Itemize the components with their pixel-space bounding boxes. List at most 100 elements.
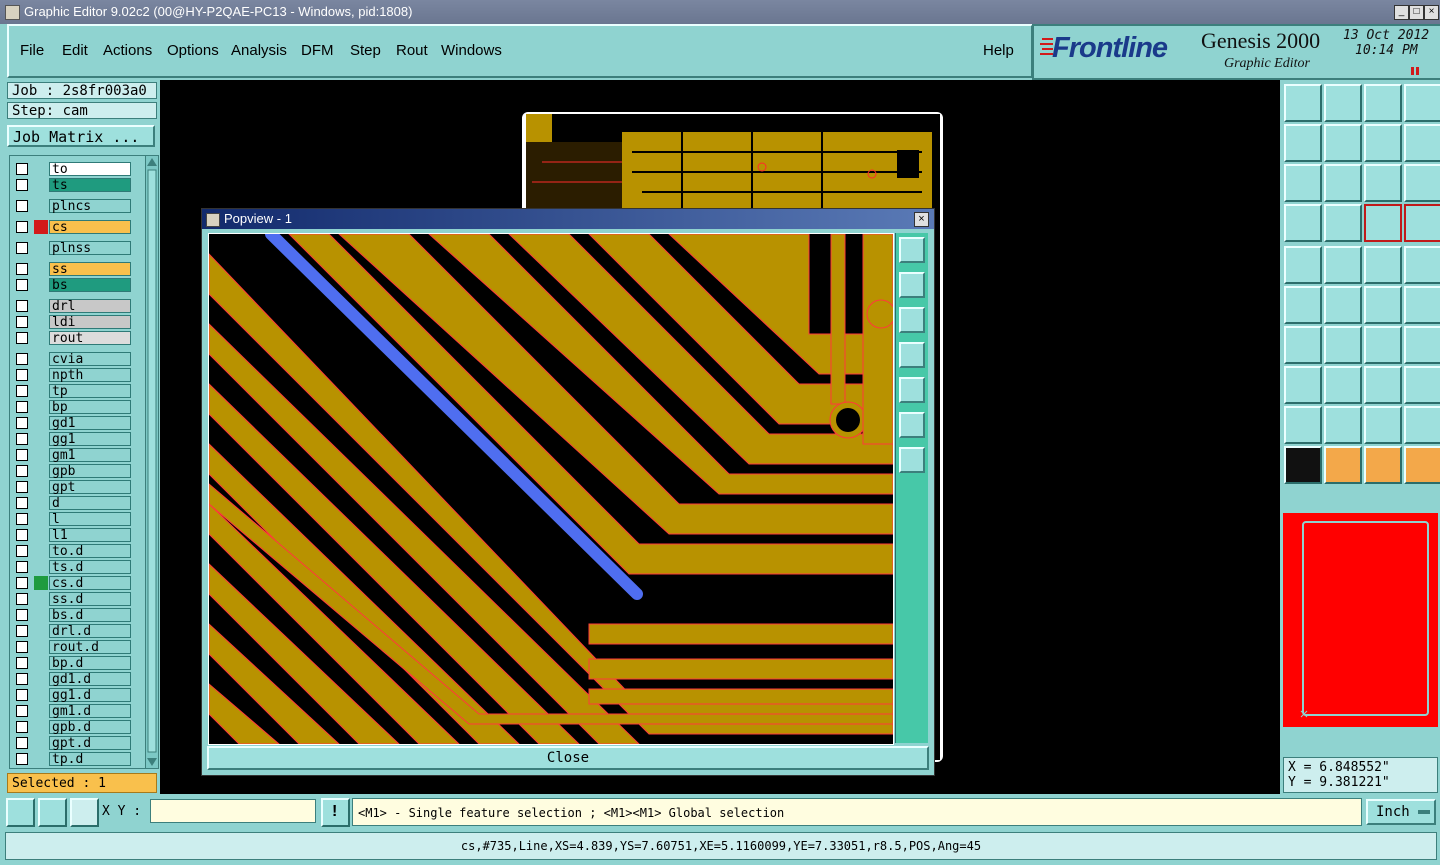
- layer-checkbox[interactable]: [16, 242, 28, 254]
- menu-rout[interactable]: Rout: [396, 42, 428, 59]
- layer-state[interactable]: [34, 241, 48, 255]
- layer-state[interactable]: [34, 656, 48, 670]
- layer-checkbox[interactable]: [16, 529, 28, 541]
- rotate-icon[interactable]: [1364, 326, 1402, 364]
- layer-row[interactable]: d: [14, 496, 134, 511]
- layer-state[interactable]: [34, 688, 48, 702]
- arc-icon[interactable]: [1284, 326, 1322, 364]
- window-icon[interactable]: [1404, 84, 1440, 122]
- job-matrix-button[interactable]: Job Matrix ...: [7, 125, 155, 147]
- layer-row[interactable]: gm1.d: [14, 704, 134, 719]
- layer-a-icon[interactable]: [1364, 204, 1402, 242]
- layer-state[interactable]: [34, 512, 48, 526]
- layer-row[interactable]: gd1: [14, 416, 134, 431]
- layer-state[interactable]: [34, 315, 48, 329]
- layer-row[interactable]: rout.d: [14, 640, 134, 655]
- zoom-out-icon[interactable]: [1324, 84, 1362, 122]
- dimension-icon[interactable]: [1364, 366, 1402, 404]
- layer-state[interactable]: [34, 299, 48, 313]
- menu-windows[interactable]: Windows: [441, 42, 502, 59]
- layer-state[interactable]: [34, 416, 48, 430]
- add-line-icon[interactable]: [1324, 246, 1362, 284]
- zoom-window-icon[interactable]: [899, 237, 925, 263]
- layer-state[interactable]: [34, 528, 48, 542]
- info-icon[interactable]: !: [321, 798, 350, 827]
- menu-step[interactable]: Step: [350, 42, 381, 59]
- layer-row[interactable]: cs: [14, 220, 134, 235]
- layer-state[interactable]: [34, 704, 48, 718]
- layer-state[interactable]: [34, 368, 48, 382]
- layer-row[interactable]: gg1: [14, 432, 134, 447]
- copy-icon[interactable]: [1404, 286, 1440, 324]
- menu-file[interactable]: File: [20, 42, 44, 59]
- layer-state[interactable]: [34, 178, 48, 192]
- layer-checkbox[interactable]: [16, 465, 28, 477]
- select-net-icon[interactable]: [1404, 446, 1440, 484]
- layer-row[interactable]: to.d: [14, 544, 134, 559]
- layer-row[interactable]: ss.d: [14, 592, 134, 607]
- snap-pad-icon[interactable]: [1324, 204, 1362, 242]
- layer-checkbox[interactable]: [16, 513, 28, 525]
- layer-state[interactable]: [34, 720, 48, 734]
- layer-checkbox[interactable]: [16, 705, 28, 717]
- layer-checkbox[interactable]: [16, 353, 28, 365]
- measure-ruler-icon[interactable]: [1364, 246, 1402, 284]
- layer-row[interactable]: cvia: [14, 352, 134, 367]
- snap-icon[interactable]: [6, 798, 35, 827]
- layer-row[interactable]: cs.d: [14, 576, 134, 591]
- layer-checkbox[interactable]: [16, 689, 28, 701]
- layer-checkbox[interactable]: [16, 641, 28, 653]
- layer-state[interactable]: [34, 162, 48, 176]
- menu-analysis[interactable]: Analysis: [231, 42, 287, 59]
- layer-checkbox[interactable]: [16, 497, 28, 509]
- layer-checkbox[interactable]: [16, 433, 28, 445]
- layer-state[interactable]: [34, 592, 48, 606]
- layer-checkbox[interactable]: [16, 753, 28, 765]
- pan-left-icon[interactable]: [899, 342, 925, 368]
- layer-row[interactable]: bs.d: [14, 608, 134, 623]
- layer-state[interactable]: [34, 352, 48, 366]
- undo-view-icon[interactable]: [1364, 124, 1402, 162]
- pan-right-icon[interactable]: [1324, 124, 1362, 162]
- layer-checkbox[interactable]: [16, 449, 28, 461]
- layer-row[interactable]: to: [14, 162, 134, 177]
- layer-state[interactable]: [34, 448, 48, 462]
- layer-state[interactable]: [34, 496, 48, 510]
- layer-row[interactable]: ss: [14, 262, 134, 277]
- layer-checkbox[interactable]: [16, 316, 28, 328]
- layer-row[interactable]: bp: [14, 400, 134, 415]
- zoom-home-icon[interactable]: [899, 447, 925, 473]
- layer-checkbox[interactable]: [16, 609, 28, 621]
- layer-row[interactable]: ts: [14, 178, 134, 193]
- layer-state[interactable]: [34, 480, 48, 494]
- board-overview-map[interactable]: [1283, 513, 1438, 727]
- resize-icon[interactable]: [1284, 366, 1322, 404]
- layer-row[interactable]: tp.d: [14, 752, 134, 767]
- add-pad-icon[interactable]: [1284, 246, 1322, 284]
- delete-icon[interactable]: [1324, 286, 1362, 324]
- layer-row[interactable]: gg1.d: [14, 688, 134, 703]
- layer-checkbox[interactable]: [16, 657, 28, 669]
- layer-state[interactable]: [34, 736, 48, 750]
- menu-dfm[interactable]: DFM: [301, 42, 334, 59]
- layer-row[interactable]: plnss: [14, 241, 134, 256]
- zoom-fit-icon[interactable]: [899, 412, 925, 438]
- layer-state[interactable]: [34, 331, 48, 345]
- layer-state[interactable]: [34, 262, 48, 276]
- group-icon[interactable]: [1404, 366, 1440, 404]
- layer-checkbox[interactable]: [16, 417, 28, 429]
- layer-checkbox[interactable]: [16, 163, 28, 175]
- layer-checkbox[interactable]: [16, 545, 28, 557]
- layer-checkbox[interactable]: [16, 263, 28, 275]
- layer-checkbox[interactable]: [16, 481, 28, 493]
- layer-row[interactable]: gd1.d: [14, 672, 134, 687]
- layer-checkbox[interactable]: [16, 369, 28, 381]
- layer-checkbox[interactable]: [16, 300, 28, 312]
- pan-down-icon[interactable]: [899, 307, 925, 333]
- layer-checkbox[interactable]: [16, 200, 28, 212]
- layer-state[interactable]: [34, 400, 48, 414]
- layer-checkbox[interactable]: [16, 401, 28, 413]
- layer-row[interactable]: gpt.d: [14, 736, 134, 751]
- layer-state[interactable]: [34, 576, 48, 590]
- maximize-button[interactable]: □: [1409, 5, 1424, 20]
